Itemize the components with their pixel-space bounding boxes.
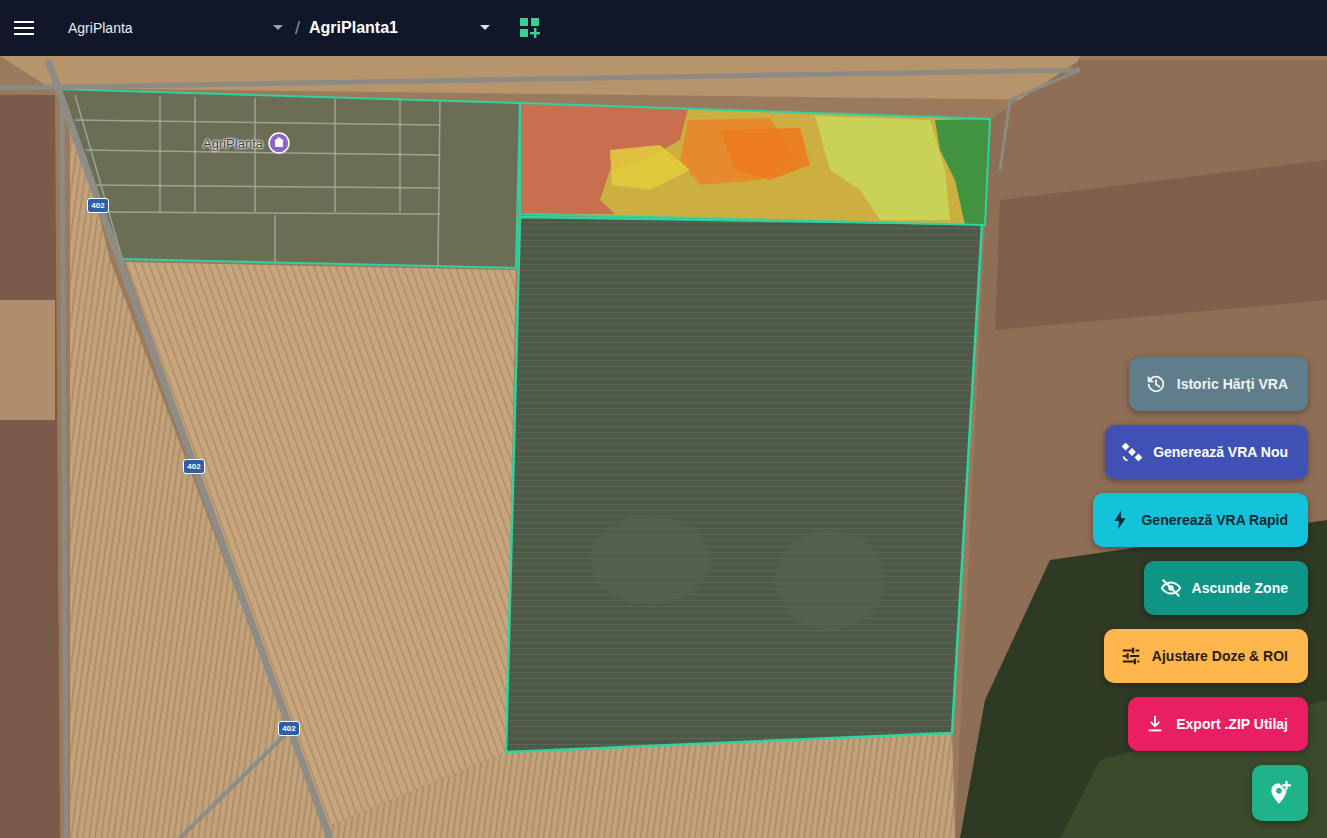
history-icon xyxy=(1145,373,1167,395)
vra-zone[interactable] xyxy=(815,116,950,220)
add-location-icon xyxy=(1267,780,1293,806)
vra-zone[interactable] xyxy=(935,119,990,225)
button-label: Ajustare Doze & ROI xyxy=(1152,648,1288,664)
action-buttons: Istoric Hărți VRA Generează VRA Nou Genere… xyxy=(1093,357,1308,821)
satellite-icon xyxy=(1121,441,1143,463)
project-label: AgriPlanta xyxy=(68,20,133,36)
button-label: Generează VRA Nou xyxy=(1153,444,1288,460)
map[interactable]: AgriPlanta 402 402 402 Istoric Hărți VRA Gene… xyxy=(0,56,1327,838)
road-shield: 402 xyxy=(87,198,109,213)
vra-zone[interactable] xyxy=(720,128,810,180)
place-marker[interactable]: AgriPlanta xyxy=(203,132,290,154)
field-dropdown[interactable]: AgriPlanta1 xyxy=(309,19,491,37)
dropdown-arrow-icon xyxy=(272,24,284,32)
action-button[interactable]: Generează VRA Rapid xyxy=(1093,493,1308,547)
button-label: Export .ZIP Utilaj xyxy=(1176,716,1288,732)
place-label: AgriPlanta xyxy=(203,136,263,151)
road-shield: 402 xyxy=(183,459,205,474)
action-button[interactable]: Istoric Hărți VRA xyxy=(1129,357,1308,411)
action-button[interactable]: Export .ZIP Utilaj xyxy=(1128,697,1308,751)
button-label: Ascunde Zone xyxy=(1192,580,1288,596)
field-label: AgriPlanta1 xyxy=(309,19,398,37)
breadcrumb-separator: / xyxy=(295,18,300,39)
place-pin-icon xyxy=(268,132,290,154)
menu-icon[interactable] xyxy=(14,18,34,38)
download-icon xyxy=(1144,713,1166,735)
action-button[interactable]: Ascunde Zone xyxy=(1144,561,1308,615)
button-label: Generează VRA Rapid xyxy=(1141,512,1288,528)
eye-off-icon xyxy=(1160,577,1182,599)
top-bar: AgriPlanta / AgriPlanta1 xyxy=(0,0,1327,56)
action-button[interactable]: Ajustare Doze & ROI xyxy=(1104,629,1308,683)
add-dashboard-icon[interactable] xyxy=(519,17,541,39)
dropdown-arrow-icon xyxy=(479,24,491,32)
vra-zone[interactable] xyxy=(520,103,990,225)
vra-zone[interactable] xyxy=(610,145,690,190)
bolt-icon xyxy=(1109,509,1131,531)
add-location-button[interactable] xyxy=(1252,765,1308,821)
action-button[interactable]: Generează VRA Nou xyxy=(1105,425,1308,479)
button-label: Istoric Hărți VRA xyxy=(1177,376,1288,392)
project-dropdown[interactable]: AgriPlanta xyxy=(68,20,284,36)
road-shield: 402 xyxy=(278,721,300,736)
tune-icon xyxy=(1120,645,1142,667)
